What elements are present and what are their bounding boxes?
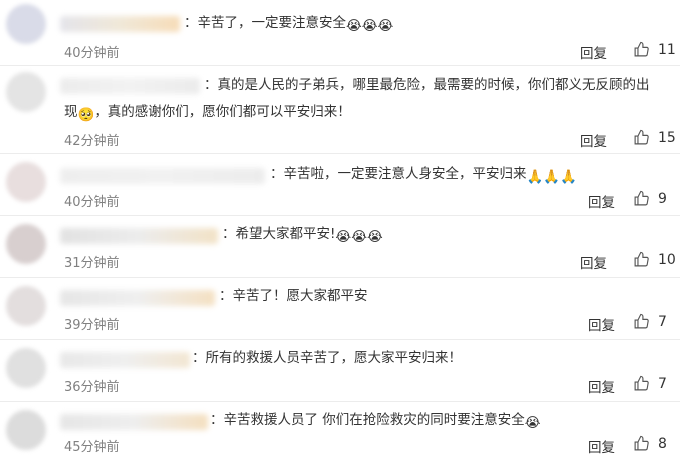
comment-text: ：辛苦了！愿大家都平安 bbox=[219, 288, 368, 304]
comment-text: ：希望大家都平安!😭😭😭 bbox=[222, 222, 383, 250]
username-blurred[interactable] bbox=[60, 352, 190, 368]
comment-text: ：所有的救援人员辛苦了，愿大家平安归来！ bbox=[192, 350, 462, 366]
avatar[interactable] bbox=[6, 224, 46, 264]
reply-button[interactable]: 回复 bbox=[588, 436, 615, 456]
comment-time: 42分钟前 bbox=[64, 134, 120, 149]
comment-text: ：真的是人民的子弟兵，哪里最危险，最需要的时候，你们都义无反顾的出 bbox=[204, 77, 650, 93]
comment-time: 40分钟前 bbox=[64, 46, 120, 61]
reply-button[interactable]: 回复 bbox=[580, 252, 607, 272]
avatar[interactable] bbox=[6, 4, 46, 44]
comment-text: ：辛苦啦，一定要注意人身安全，平安归来🙏🙏🙏 bbox=[270, 162, 577, 190]
like-button[interactable]: 9 bbox=[633, 190, 667, 207]
like-button[interactable]: 7 bbox=[633, 375, 667, 392]
comment-text-line2: 现🥺，真的感谢你们，愿你们都可以平安归来！ bbox=[64, 100, 351, 128]
thumbs-up-icon bbox=[634, 375, 649, 391]
comment-time: 36分钟前 bbox=[64, 380, 120, 395]
reply-button[interactable]: 回复 bbox=[580, 130, 607, 150]
reply-button[interactable]: 回复 bbox=[588, 314, 615, 334]
avatar[interactable] bbox=[6, 410, 46, 450]
crying-emoji-icon: 😭 bbox=[524, 415, 541, 431]
like-button[interactable]: 8 bbox=[633, 435, 667, 452]
crying-emoji-icon: 😭😭😭 bbox=[346, 18, 394, 34]
comment-item: ：辛苦了，一定要注意安全😭😭😭 40分钟前 回复 11 bbox=[0, 0, 680, 66]
comment-time: 40分钟前 bbox=[64, 195, 120, 210]
username-blurred[interactable] bbox=[60, 168, 265, 184]
comment-item: ：辛苦啦，一定要注意人身安全，平安归来🙏🙏🙏 40分钟前 回复 9 bbox=[0, 154, 680, 216]
username-blurred[interactable] bbox=[60, 290, 215, 306]
pleading-emoji-icon: 🥺 bbox=[77, 107, 95, 123]
like-button[interactable]: 10 bbox=[633, 251, 676, 268]
avatar[interactable] bbox=[6, 162, 46, 202]
username-blurred[interactable] bbox=[60, 414, 208, 430]
comment-item: ：真的是人民的子弟兵，哪里最危险，最需要的时候，你们都义无反顾的出 现🥺，真的感… bbox=[0, 66, 680, 154]
avatar[interactable] bbox=[6, 72, 46, 112]
like-button[interactable]: 7 bbox=[633, 313, 667, 330]
comment-time: 31分钟前 bbox=[64, 256, 120, 271]
like-count: 8 bbox=[658, 435, 667, 452]
reply-button[interactable]: 回复 bbox=[588, 376, 615, 396]
avatar[interactable] bbox=[6, 348, 46, 388]
thumbs-up-icon bbox=[634, 435, 649, 451]
thumbs-up-icon bbox=[634, 41, 649, 57]
username-blurred[interactable] bbox=[60, 228, 218, 244]
username-blurred[interactable] bbox=[60, 16, 180, 32]
comment-text: ：辛苦了，一定要注意安全😭😭😭 bbox=[184, 11, 393, 39]
avatar[interactable] bbox=[6, 286, 46, 326]
reply-button[interactable]: 回复 bbox=[588, 191, 615, 211]
thumbs-up-icon bbox=[634, 129, 649, 145]
thumbs-up-icon bbox=[634, 313, 649, 329]
like-count: 9 bbox=[658, 190, 667, 207]
reply-button[interactable]: 回复 bbox=[580, 42, 607, 62]
crying-emoji-icon: 😭😭😭 bbox=[335, 229, 383, 245]
comment-item: ：辛苦救援人员了 你们在抢险救灾的同时要注意安全😭 45分钟前 回复 8 bbox=[0, 402, 680, 464]
comment-item: ：辛苦了！愿大家都平安 39分钟前 回复 7 bbox=[0, 278, 680, 340]
username-blurred[interactable] bbox=[60, 78, 200, 94]
comment-item: ：希望大家都平安!😭😭😭 31分钟前 回复 10 bbox=[0, 216, 680, 278]
comment-item: ：所有的救援人员辛苦了，愿大家平安归来！ 36分钟前 回复 7 bbox=[0, 340, 680, 402]
thumbs-up-icon bbox=[634, 251, 649, 267]
like-button[interactable]: 11 bbox=[633, 41, 676, 58]
like-count: 15 bbox=[658, 129, 676, 146]
comment-time: 39分钟前 bbox=[64, 318, 120, 333]
like-button[interactable]: 15 bbox=[633, 129, 676, 146]
comment-text: ：辛苦救援人员了 你们在抢险救灾的同时要注意安全😭 bbox=[210, 408, 541, 436]
like-count: 10 bbox=[658, 251, 676, 268]
comment-time: 45分钟前 bbox=[64, 440, 120, 455]
like-count: 11 bbox=[658, 41, 676, 58]
hug-emoji-icon: 🙏🙏🙏 bbox=[526, 169, 577, 185]
like-count: 7 bbox=[658, 313, 667, 330]
like-count: 7 bbox=[658, 375, 667, 392]
thumbs-up-icon bbox=[634, 190, 649, 206]
